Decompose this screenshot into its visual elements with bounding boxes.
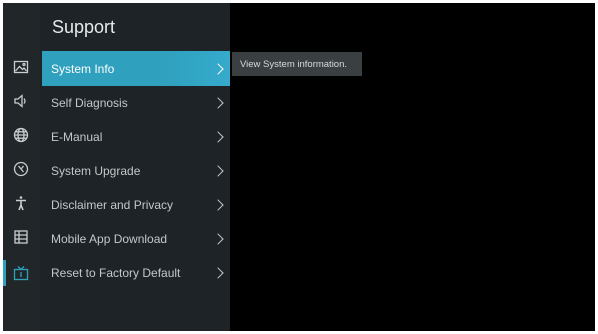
- network-globe-icon[interactable]: [13, 127, 29, 143]
- chevron-right-icon: [212, 130, 224, 143]
- menu-item-system-upgrade[interactable]: System Upgrade: [42, 153, 230, 188]
- menu-item-label: Mobile App Download: [51, 231, 168, 246]
- menu-item-label: System Info: [51, 61, 115, 76]
- menu-item-label: Disclaimer and Privacy: [51, 197, 174, 212]
- general-settings-icon[interactable]: [13, 161, 29, 177]
- menu-item-disclaimer-privacy[interactable]: Disclaimer and Privacy: [42, 187, 230, 222]
- menu-item-label: System Upgrade: [51, 163, 141, 178]
- support-tv-icon[interactable]: [13, 265, 29, 281]
- chevron-right-icon: [212, 266, 224, 279]
- menu-item-label: E-Manual: [51, 129, 103, 144]
- page-title: Support: [52, 17, 116, 37]
- item-description-tooltip: View System information.: [232, 52, 362, 76]
- accessibility-icon[interactable]: [13, 195, 29, 211]
- chevron-right-icon: [212, 62, 224, 75]
- tv-screen: Support System Info Self Diagnosis E-Man…: [3, 3, 595, 331]
- menu-item-label: Self Diagnosis: [51, 95, 128, 110]
- settings-category-sidebar: [3, 3, 41, 331]
- system-grid-icon[interactable]: [13, 229, 29, 245]
- menu-item-reset-factory[interactable]: Reset to Factory Default: [42, 255, 230, 290]
- sound-icon[interactable]: [13, 93, 29, 109]
- menu-item-self-diagnosis[interactable]: Self Diagnosis: [42, 85, 230, 120]
- support-menu-panel: Support System Info Self Diagnosis E-Man…: [40, 3, 230, 331]
- menu-item-label: Reset to Factory Default: [51, 265, 181, 280]
- menu-item-e-manual[interactable]: E-Manual: [42, 119, 230, 154]
- chevron-right-icon: [212, 232, 224, 245]
- chevron-right-icon: [212, 164, 224, 177]
- menu-item-mobile-app-download[interactable]: Mobile App Download: [42, 221, 230, 256]
- active-category-marker: [3, 260, 6, 286]
- menu-item-system-info[interactable]: System Info: [42, 51, 230, 86]
- picture-icon[interactable]: [13, 59, 29, 75]
- chevron-right-icon: [212, 96, 224, 109]
- chevron-right-icon: [212, 198, 224, 211]
